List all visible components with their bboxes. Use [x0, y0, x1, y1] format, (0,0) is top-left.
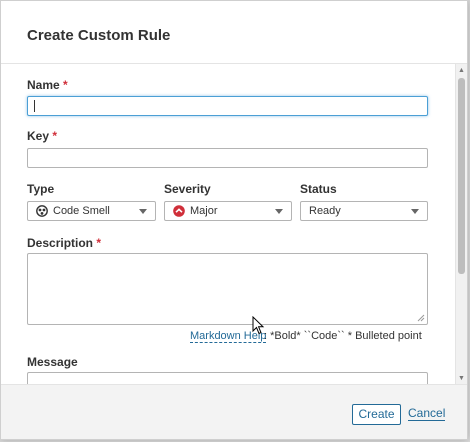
severity-label: Severity — [164, 182, 211, 196]
create-button[interactable]: Create — [352, 404, 401, 425]
type-label: Type — [27, 182, 55, 196]
scroll-down-icon[interactable]: ▼ — [458, 375, 465, 383]
type-select[interactable]: Code Smell — [27, 201, 156, 221]
dialog-scrollbar[interactable]: ▲ ▼ — [455, 64, 467, 386]
key-label-text: Key — [27, 129, 50, 143]
create-custom-rule-dialog: Create Custom Rule Name * Key * Type Sev… — [0, 0, 468, 440]
dialog-header: Create Custom Rule — [1, 1, 467, 64]
description-label: Description * — [27, 236, 101, 250]
name-label-text: Name — [27, 78, 60, 92]
key-required-mark: * — [52, 129, 58, 143]
code-smell-icon — [36, 205, 48, 217]
status-select-value: Ready — [309, 205, 341, 217]
mouse-pointer-icon — [252, 316, 265, 335]
severity-select[interactable]: Major — [164, 201, 292, 221]
severity-select-value: Major — [190, 205, 218, 217]
chevron-down-icon — [411, 209, 419, 214]
text-caret — [34, 100, 35, 112]
name-required-mark: * — [63, 78, 68, 92]
description-required-mark: * — [96, 236, 102, 250]
scroll-thumb[interactable] — [458, 78, 465, 274]
chevron-down-icon — [139, 209, 147, 214]
resize-handle-icon[interactable] — [417, 314, 425, 322]
key-label: Key * — [27, 129, 57, 143]
cancel-link[interactable]: Cancel — [408, 407, 446, 421]
description-label-text: Description — [27, 236, 94, 250]
message-label: Message — [27, 355, 78, 369]
description-textarea[interactable] — [27, 253, 428, 325]
scroll-up-icon[interactable]: ▲ — [458, 67, 465, 75]
chevron-down-icon — [275, 209, 283, 214]
type-select-value: Code Smell — [53, 205, 110, 217]
markdown-hints: : *Bold* ``Code`` * Bulleted point — [264, 330, 422, 342]
dialog-title: Create Custom Rule — [27, 27, 171, 44]
major-severity-icon — [173, 205, 185, 217]
key-input[interactable] — [27, 148, 428, 168]
status-select[interactable]: Ready — [300, 201, 428, 221]
name-label: Name * — [27, 78, 68, 92]
name-input[interactable] — [27, 96, 428, 116]
status-label: Status — [300, 182, 337, 196]
